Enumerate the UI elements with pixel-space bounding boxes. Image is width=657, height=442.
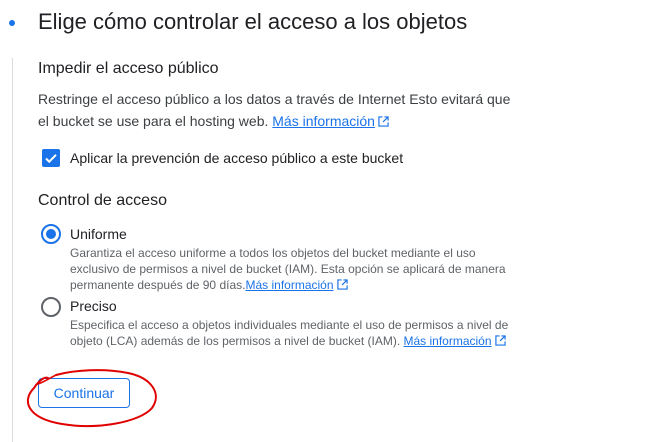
step-rail: [12, 58, 13, 442]
public-access-checkbox-label[interactable]: Aplicar la prevención de acceso público …: [70, 150, 403, 166]
public-access-checkbox[interactable]: [42, 149, 60, 167]
checkmark-icon: [45, 154, 57, 164]
public-access-heading: Impedir el acceso público: [38, 60, 219, 77]
radio-preciso[interactable]: [41, 297, 61, 317]
access-control-heading: Control de acceso: [38, 192, 167, 209]
radio-uniforme-description: Garantiza el acceso uniforme a todos los…: [70, 245, 520, 293]
external-link-icon: [336, 279, 348, 290]
continue-button[interactable]: Continuar: [38, 378, 130, 408]
public-access-description: Restringe el acceso público a los datos …: [38, 88, 518, 132]
radio-preciso-description: Especifica el acceso a objetos individua…: [70, 317, 520, 349]
radio-uniforme[interactable]: [41, 224, 61, 244]
external-link-icon: [494, 335, 506, 346]
uniforme-learn-more-link[interactable]: Más información: [245, 278, 333, 292]
external-link-icon: [378, 116, 389, 127]
radio-preciso-label[interactable]: Preciso: [70, 298, 117, 314]
preciso-learn-more-link[interactable]: Más información: [404, 334, 492, 348]
step-title: Elige cómo controlar el acceso a los obj…: [38, 9, 468, 34]
radio-uniforme-label[interactable]: Uniforme: [70, 226, 127, 242]
public-access-learn-more-link[interactable]: Más información: [272, 113, 375, 129]
step-bullet: [9, 20, 15, 26]
